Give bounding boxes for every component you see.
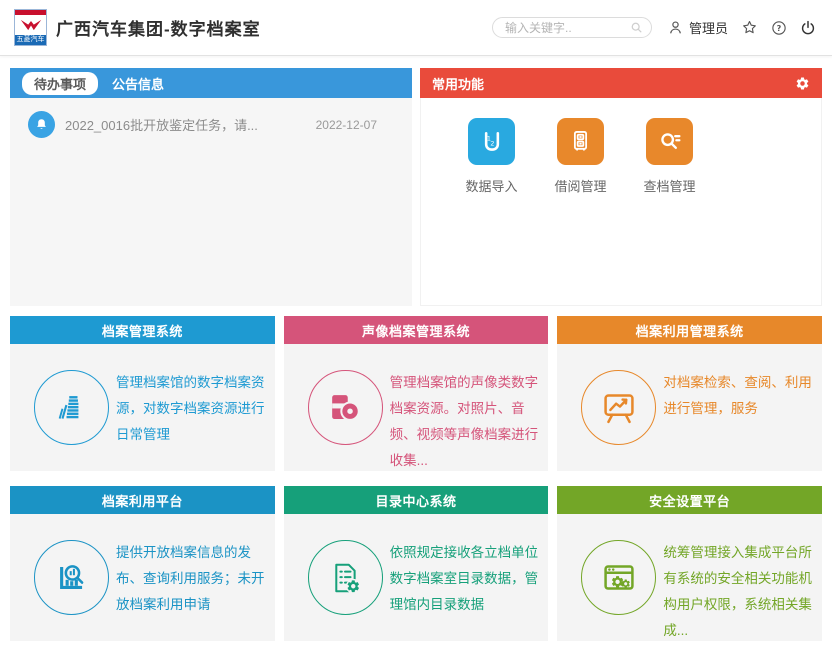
data-import-icon: 1 2 <box>468 118 515 165</box>
media-disc-icon <box>308 370 383 445</box>
search-input[interactable] <box>505 21 630 35</box>
card-description: 统筹管理接入集成平台所有系统的安全相关功能机构用户权限，系统相关集成... <box>663 540 818 644</box>
svg-text:?: ? <box>777 23 782 32</box>
top-bar: 五菱汽车 广西汽车集团-数字档案室 管理员 ? <box>0 0 832 56</box>
func-archive-search[interactable]: 查档管理 <box>646 118 693 305</box>
card-description: 管理档案馆的数字档案资源，对数字档案资源进行日常管理 <box>116 370 271 448</box>
system-cards-grid: 档案管理系统 管理档案馆的数字档案资源，对数字档案资源进行日常管理 声像档案 <box>10 316 822 641</box>
logo-caption: 五菱汽车 <box>15 35 46 45</box>
building-icon <box>34 370 109 445</box>
power-logout-icon[interactable] <box>800 20 816 36</box>
card-description: 对档案检索、查阅、利用进行管理，服务 <box>663 370 818 422</box>
svg-text:2: 2 <box>490 139 494 147</box>
presentation-chart-icon <box>581 370 656 445</box>
card-title: 档案利用管理系统 <box>557 316 822 344</box>
todo-list: 2022_0016批开放鉴定任务，请... 2022-12-07 <box>10 98 412 306</box>
search-box[interactable] <box>492 17 652 38</box>
todo-panel-header: 待办事项 公告信息 <box>10 68 412 98</box>
search-icon[interactable] <box>630 21 643 34</box>
help-icon[interactable]: ? <box>771 20 787 36</box>
tab-notice[interactable]: 公告信息 <box>112 74 164 93</box>
todo-item-date: 2022-12-07 <box>316 118 394 132</box>
todo-panel: 待办事项 公告信息 2022_0016批开放鉴定任务，请... 2022-12-… <box>10 68 412 306</box>
security-window-icon <box>581 540 656 615</box>
card-description: 管理档案馆的声像类数字档案资源。对照片、音频、视频等声像档案进行收集... <box>390 370 545 474</box>
card-title: 目录中心系统 <box>284 486 549 514</box>
quick-panel-title: 常用功能 <box>432 74 484 93</box>
quick-functions-body: 1 2 数据导入 <box>420 98 822 306</box>
cabinet-icon <box>557 118 604 165</box>
func-label: 数据导入 <box>466 176 518 195</box>
search-list-icon <box>646 118 693 165</box>
func-borrow-manage[interactable]: 借阅管理 <box>557 118 604 305</box>
quick-panel-header: 常用功能 <box>420 68 822 98</box>
main-content: 待办事项 公告信息 2022_0016批开放鉴定任务，请... 2022-12-… <box>0 68 832 641</box>
card-catalog-center[interactable]: 目录中心系统 依照规定接收各立档单位数字档案室目录数据，管理馆内目录数 <box>284 486 549 641</box>
quick-functions-panel: 常用功能 1 2 数据导入 <box>420 68 822 306</box>
card-av-archive-management[interactable]: 声像档案管理系统 管理档案馆的声像类数字档案资源。对照片、音频、视频等声像档案进… <box>284 316 549 471</box>
gear-icon[interactable] <box>795 76 810 91</box>
favorite-star-icon[interactable] <box>741 19 758 36</box>
todo-item-text: 2022_0016批开放鉴定任务，请... <box>65 115 258 134</box>
user-name: 管理员 <box>689 18 728 37</box>
func-label: 查档管理 <box>644 176 696 195</box>
page-title: 广西汽车集团-数字档案室 <box>56 15 261 40</box>
todo-item[interactable]: 2022_0016批开放鉴定任务，请... 2022-12-07 <box>28 111 394 138</box>
user-menu[interactable]: 管理员 <box>667 18 728 37</box>
card-title: 档案管理系统 <box>10 316 275 344</box>
card-description: 提供开放档案信息的发布、查询利用服务；未开放档案利用申请 <box>116 540 271 618</box>
card-title: 安全设置平台 <box>557 486 822 514</box>
card-security-settings-platform[interactable]: 安全设置平台 统筹管理接入集成平台所有系统的安全相关功能机构用户权限，系统 <box>557 486 822 641</box>
card-archive-utilization-management[interactable]: 档案利用管理系统 对档案检索、查阅、利用进行管理，服务 <box>557 316 822 471</box>
user-icon <box>667 19 684 36</box>
card-title: 声像档案管理系统 <box>284 316 549 344</box>
card-archive-utilization-platform[interactable]: 档案利用平台 <box>10 486 275 641</box>
func-data-import[interactable]: 1 2 数据导入 <box>468 118 515 305</box>
catalog-gear-icon <box>308 540 383 615</box>
announcement-bell-icon <box>28 111 55 138</box>
tab-todo[interactable]: 待办事项 <box>22 72 98 95</box>
card-title: 档案利用平台 <box>10 486 275 514</box>
card-description: 依照规定接收各立档单位数字档案室目录数据，管理馆内目录数据 <box>390 540 545 618</box>
wuling-wings-icon <box>15 15 46 35</box>
func-label: 借阅管理 <box>555 176 607 195</box>
brand-logo: 五菱汽车 <box>14 9 47 46</box>
card-archive-management[interactable]: 档案管理系统 管理档案馆的数字档案资源，对数字档案资源进行日常管理 <box>10 316 275 471</box>
search-chart-icon <box>34 540 109 615</box>
